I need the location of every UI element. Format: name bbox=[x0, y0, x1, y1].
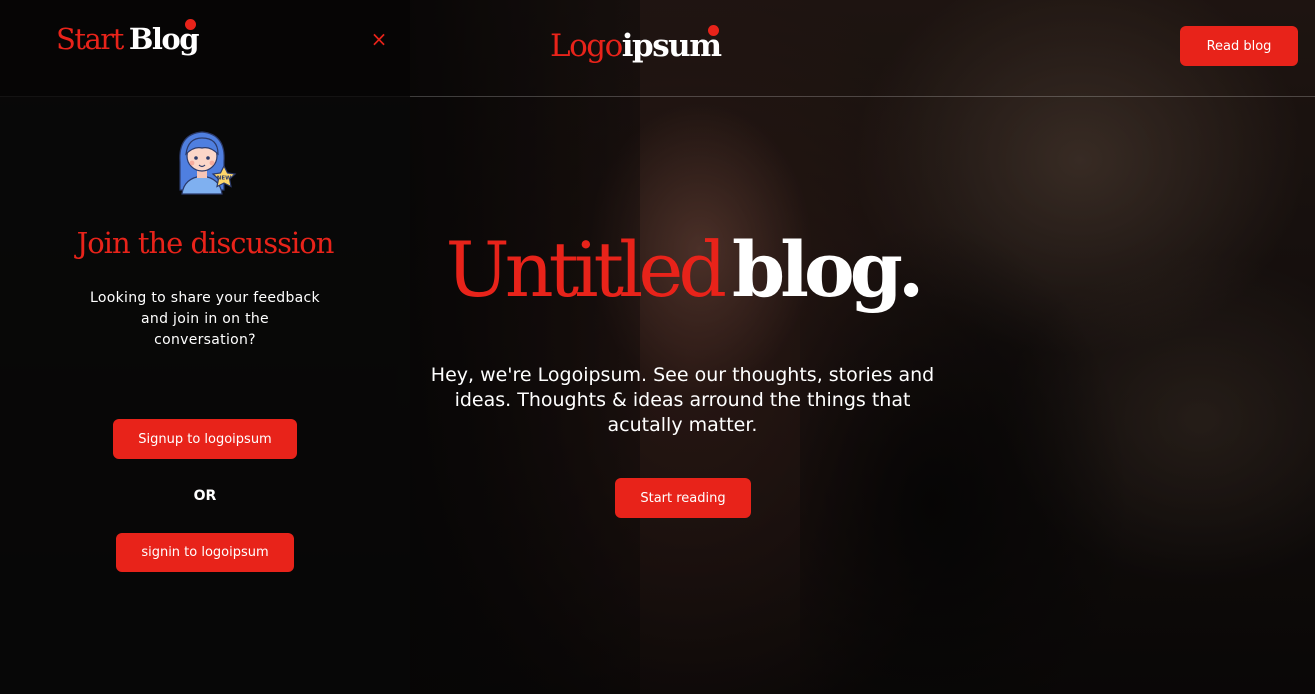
hero-title-white: blog. bbox=[732, 225, 924, 314]
top-navbar: Logoipsum Read blog bbox=[410, 0, 1315, 97]
panel-header: Start Blog × bbox=[0, 0, 410, 97]
join-discussion-panel: Start Blog × NEW Join the discussion Loo… bbox=[0, 0, 410, 694]
start-blog-logo-dot bbox=[185, 19, 196, 30]
or-divider-label: OR bbox=[193, 488, 217, 504]
hero-title: Untitled blog. bbox=[410, 222, 955, 318]
brand-logo[interactable]: Logoipsum bbox=[550, 24, 722, 68]
hero-description: Hey, we're Logoipsum. See our thoughts, … bbox=[430, 364, 935, 436]
brand-logo-dot bbox=[708, 25, 719, 36]
brand-logo-part-red: Logo bbox=[550, 28, 623, 64]
avatar-girl-icon: NEW bbox=[179, 131, 237, 195]
panel-title: Join the discussion bbox=[76, 226, 335, 260]
start-blog-logo-red: Start bbox=[56, 22, 124, 56]
start-reading-button[interactable]: Start reading bbox=[615, 478, 751, 518]
read-blog-button[interactable]: Read blog bbox=[1180, 26, 1298, 66]
close-icon[interactable]: × bbox=[368, 27, 390, 51]
signup-button[interactable]: Signup to logoipsum bbox=[113, 419, 297, 459]
signin-button[interactable]: signin to logoipsum bbox=[116, 533, 294, 572]
brand-logo-part-white: ipsum bbox=[621, 28, 722, 64]
avatar-badge-text: NEW bbox=[217, 176, 231, 182]
panel-description: Looking to share your feedback and join … bbox=[90, 290, 320, 348]
hero-title-red: Untitled bbox=[445, 225, 727, 314]
start-blog-logo[interactable]: Start Blog bbox=[56, 18, 199, 60]
page: Logoipsum Read blog Untitled blog. Hey, w… bbox=[0, 0, 1315, 694]
